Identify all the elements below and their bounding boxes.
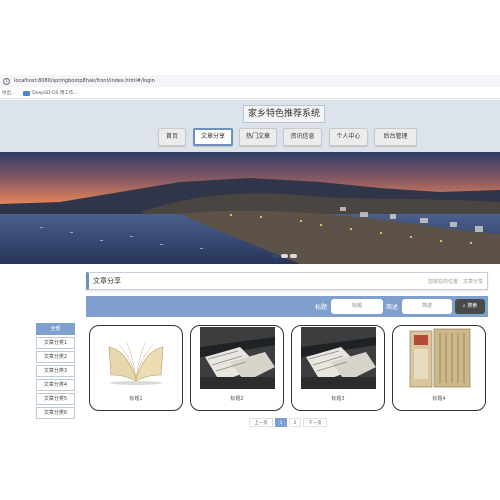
bookmark-folder[interactable]: DeepSD-DS 用工作...	[23, 90, 78, 96]
site-title: 家乡特色推荐系统	[243, 105, 325, 123]
prev-page-button[interactable]: 上一页	[249, 418, 273, 427]
bookmark-import[interactable]: 导出...	[2, 90, 15, 96]
section-header: 文章分享 您现在的位置：文章分享	[86, 272, 488, 290]
section-title: 文章分享	[93, 277, 121, 285]
banner-image	[0, 152, 500, 264]
desc-search-input[interactable]: 简述	[402, 299, 452, 314]
carousel-dot[interactable]	[272, 254, 279, 258]
article-card[interactable]: 标题4	[392, 325, 486, 411]
card-caption: 标题3	[331, 396, 345, 402]
card-caption: 标题2	[230, 396, 244, 402]
nav-admin[interactable]: 后台管理	[374, 128, 417, 146]
carousel-dot-active[interactable]	[281, 254, 288, 258]
open-book-image	[99, 327, 174, 389]
url-text[interactable]: localhost:8080/springbootp8hak/front/ind…	[14, 78, 155, 84]
article-card[interactable]: 标题2	[190, 325, 284, 411]
category-item[interactable]: 文章分类1	[36, 337, 75, 349]
page-2[interactable]: 2	[289, 418, 301, 427]
category-item[interactable]: 文章分类5	[36, 393, 75, 405]
carousel-dot[interactable]	[290, 254, 297, 258]
newspaper-press-image	[200, 327, 275, 389]
title-search-input[interactable]: 标题	[331, 299, 383, 314]
next-page-button[interactable]: 下一页	[303, 418, 327, 427]
article-card[interactable]: 标题1	[89, 325, 183, 411]
nav-news[interactable]: 资讯信息	[283, 128, 322, 146]
pagination: 上一页 1 2 下一页	[249, 418, 327, 427]
search-button[interactable]: ⌕ 搜索	[455, 299, 485, 314]
search-icon: ⌕	[462, 303, 466, 309]
card-caption: 标题1	[129, 396, 143, 402]
folder-icon	[23, 90, 31, 96]
page-1[interactable]: 1	[275, 418, 287, 427]
category-item[interactable]: 文章分类3	[36, 365, 75, 377]
nav-article-share[interactable]: 文章分享	[193, 128, 233, 146]
category-item[interactable]: 文章分类4	[36, 379, 75, 391]
title-label: 标题	[315, 304, 328, 311]
main-nav: 首页 文章分享 热门文章 资讯信息 个人中心 后台管理	[0, 128, 500, 146]
category-all[interactable]: 全部	[36, 323, 75, 335]
category-item[interactable]: 文章分类6	[36, 407, 75, 419]
bookmarks-bar: 导出... DeepSD-DS 用工作...	[0, 88, 500, 99]
carousel-dots	[272, 254, 297, 258]
breadcrumb: 您现在的位置：文章分享	[427, 279, 483, 285]
address-bar[interactable]: i localhost:8080/springbootp8hak/front/i…	[0, 75, 500, 87]
desc-label: 简述	[386, 304, 399, 311]
nav-personal-center[interactable]: 个人中心	[329, 128, 368, 146]
banner-carousel[interactable]	[0, 152, 500, 264]
category-sidebar: 全部 文章分类1 文章分类2 文章分类3 文章分类4 文章分类5 文章分类6	[36, 323, 75, 421]
category-item[interactable]: 文章分类2	[36, 351, 75, 363]
newspaper-press-image	[301, 327, 376, 389]
article-card[interactable]: 标题3	[291, 325, 385, 411]
card-caption: 标题4	[432, 396, 446, 402]
nav-home[interactable]: 首页	[158, 128, 186, 146]
info-icon[interactable]: i	[3, 77, 10, 85]
old-documents-image	[402, 327, 477, 389]
search-bar: 标题 标题 简述 简述 ⌕ 搜索	[86, 296, 488, 317]
nav-hot-articles[interactable]: 热门文章	[239, 128, 277, 146]
